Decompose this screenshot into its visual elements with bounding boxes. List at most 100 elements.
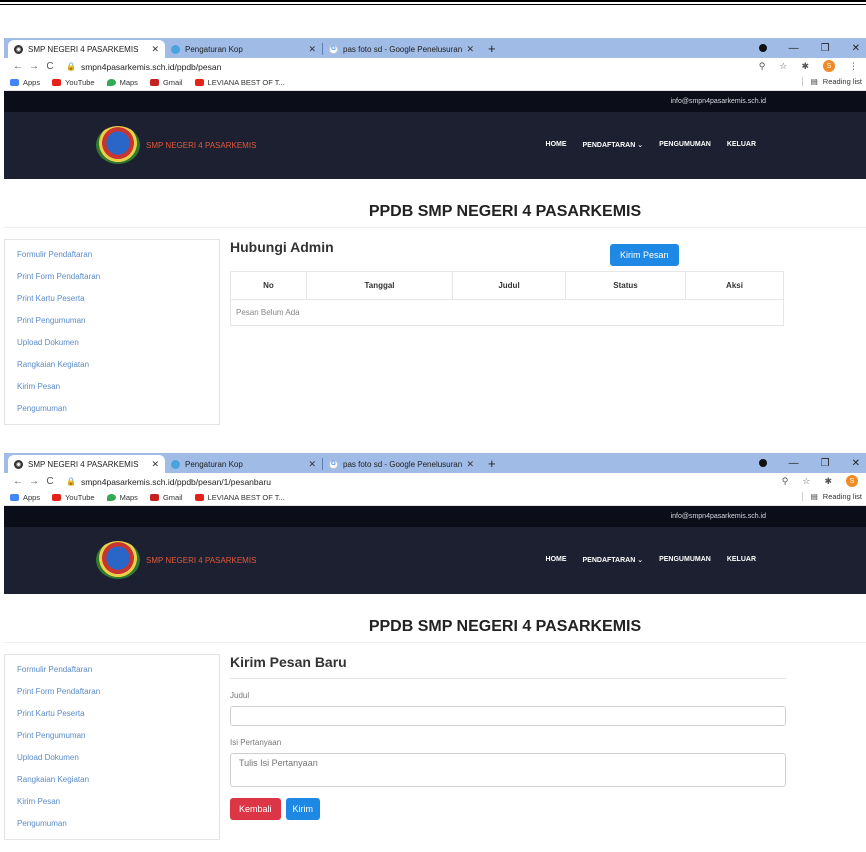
browser-tab-smpn4[interactable]: ◉ SMP NEGERI 4 PASARKEMIS ✕	[8, 40, 165, 58]
sidebar-item-formulir[interactable]: Formulir Pendaftaran	[5, 659, 219, 681]
menu-keluar[interactable]: KELUAR	[727, 556, 756, 564]
sidebar-item-rangkaian[interactable]: Rangkaian Kegiatan	[5, 769, 219, 791]
bookmark-maps[interactable]: Maps	[106, 493, 138, 502]
extensions-icon[interactable]: ✱	[824, 476, 832, 487]
url-field[interactable]: smpn4pasarkemis.sch.id/ppdb/pesan	[81, 62, 221, 72]
reload-icon[interactable]: C	[42, 476, 58, 487]
sidebar-item-print-pengumuman[interactable]: Print Pengumuman	[5, 725, 219, 747]
sidebar-item-kirim-pesan[interactable]: Kirim Pesan	[5, 791, 219, 813]
menu-pendaftaran[interactable]: PENDAFTARAN ⌄	[583, 141, 644, 149]
minimize-icon[interactable]: —	[789, 458, 799, 469]
lock-icon[interactable]: 🔒	[66, 477, 76, 486]
browser-tab-google[interactable]: G pas foto sd - Google Penelusuran ✕	[323, 40, 480, 58]
bookmark-gmail[interactable]: Gmail	[149, 493, 183, 502]
forward-icon[interactable]: →	[26, 476, 42, 487]
page-content: Formulir Pendaftaran Print Form Pendafta…	[4, 227, 866, 427]
contact-email[interactable]: info@smpn4pasarkemis.sch.id	[671, 98, 766, 105]
profile-avatar[interactable]: S	[846, 475, 858, 487]
reading-list[interactable]: ▤ Reading list	[801, 77, 862, 86]
sidebar-item-print-pengumuman[interactable]: Print Pengumuman	[5, 310, 219, 332]
star-icon[interactable]: ☆	[779, 61, 787, 72]
sidebar-item-upload[interactable]: Upload Dokumen	[5, 332, 219, 354]
sidebar-item-kirim-pesan[interactable]: Kirim Pesan	[5, 376, 219, 398]
browser-tab-pengaturan[interactable]: Pengaturan Kop ✕	[165, 40, 322, 58]
site-brand[interactable]: SMP NEGERI 4 PASARKEMIS	[96, 126, 256, 164]
maximize-icon[interactable]: ❐	[821, 43, 830, 54]
page-content: Formulir Pendaftaran Print Form Pendafta…	[4, 642, 866, 842]
menu-pengumuman[interactable]: PENGUMUMAN	[659, 141, 711, 149]
zoom-icon[interactable]: ⚲	[759, 61, 766, 72]
close-icon[interactable]: ✕	[308, 459, 316, 470]
address-bar: ← → C 🔒 smpn4pasarkemis.sch.id/ppdb/pesa…	[4, 473, 866, 490]
close-icon[interactable]: ✕	[466, 459, 474, 470]
sidebar-item-print-form[interactable]: Print Form Pendaftaran	[5, 681, 219, 703]
close-icon[interactable]: ✕	[151, 44, 159, 55]
bookmark-apps[interactable]: Apps	[10, 493, 40, 502]
screenshot-kirim-pesan-baru: ◉ SMP NEGERI 4 PASARKEMIS ✕ Pengaturan K…	[4, 453, 866, 852]
bookmark-apps[interactable]: Apps	[10, 78, 40, 87]
reload-icon[interactable]: C	[42, 61, 58, 72]
bookmark-leviana[interactable]: LEVIANA BEST OF T...	[194, 493, 285, 502]
sidebar-item-pengumuman[interactable]: Pengumuman	[5, 398, 219, 420]
close-window-icon[interactable]: ✕	[852, 458, 860, 469]
url-field[interactable]: smpn4pasarkemis.sch.id/ppdb/pesan/1/pesa…	[81, 477, 271, 487]
site-brand[interactable]: SMP NEGERI 4 PASARKEMIS	[96, 541, 256, 579]
judul-label: Judul	[230, 691, 250, 700]
close-window-icon[interactable]: ✕	[852, 43, 860, 54]
kembali-button[interactable]: Kembali	[230, 798, 281, 820]
bookmark-leviana[interactable]: LEVIANA BEST OF T...	[194, 78, 285, 87]
sidebar-item-rangkaian[interactable]: Rangkaian Kegiatan	[5, 354, 219, 376]
minimize-icon[interactable]: —	[789, 43, 799, 54]
youtube-icon	[52, 79, 62, 86]
record-icon[interactable]	[758, 459, 767, 467]
table-header-row: No Tanggal Judul Status Aksi	[230, 271, 784, 300]
new-tab-icon[interactable]: +	[488, 456, 496, 471]
sidebar-item-print-kartu[interactable]: Print Kartu Peserta	[5, 288, 219, 310]
window-controls: — ❐ ✕	[758, 38, 866, 58]
maximize-icon[interactable]: ❐	[821, 458, 830, 469]
extensions-icon[interactable]: ✱	[801, 61, 809, 72]
bookmark-label: Gmail	[162, 78, 183, 87]
menu-home[interactable]: HOME	[546, 141, 567, 149]
menu-home[interactable]: HOME	[546, 556, 567, 564]
forward-icon[interactable]: →	[26, 61, 42, 72]
kirim-button[interactable]: Kirim	[285, 798, 321, 820]
isi-pertanyaan-textarea[interactable]	[230, 753, 786, 787]
back-icon[interactable]: ←	[10, 61, 26, 72]
column-header-no: No	[230, 271, 307, 300]
close-icon[interactable]: ✕	[151, 459, 159, 470]
zoom-icon[interactable]: ⚲	[782, 476, 789, 487]
bookmarks-bar: Apps YouTube Maps Gmail LEVIANA BEST OF …	[4, 75, 866, 91]
menu-dots-icon[interactable]: ⋮	[849, 61, 858, 72]
star-icon[interactable]: ☆	[802, 476, 810, 487]
bookmark-youtube[interactable]: YouTube	[52, 493, 95, 502]
menu-pengumuman[interactable]: PENGUMUMAN	[659, 556, 711, 564]
messages-table: No Tanggal Judul Status Aksi Pesan Belum…	[230, 271, 784, 326]
youtube-icon	[194, 494, 204, 501]
close-icon[interactable]: ✕	[466, 44, 474, 55]
sidebar-item-print-kartu[interactable]: Print Kartu Peserta	[5, 703, 219, 725]
sidebar-item-print-form[interactable]: Print Form Pendaftaran	[5, 266, 219, 288]
bookmark-youtube[interactable]: YouTube	[52, 78, 95, 87]
new-tab-icon[interactable]: +	[488, 41, 496, 56]
profile-avatar[interactable]: S	[823, 60, 835, 72]
browser-tab-google[interactable]: G pas foto sd - Google Penelusuran ✕	[323, 455, 480, 473]
reading-list-icon: ▤	[810, 77, 818, 86]
bookmark-maps[interactable]: Maps	[106, 78, 138, 87]
menu-keluar[interactable]: KELUAR	[727, 141, 756, 149]
menu-pendaftaran[interactable]: PENDAFTARAN ⌄	[583, 556, 644, 564]
sidebar-item-pengumuman[interactable]: Pengumuman	[5, 813, 219, 835]
bookmark-gmail[interactable]: Gmail	[149, 78, 183, 87]
reading-list[interactable]: ▤ Reading list	[801, 492, 862, 501]
kirim-pesan-button[interactable]: Kirim Pesan	[610, 244, 679, 266]
judul-input[interactable]	[230, 706, 786, 726]
lock-icon[interactable]: 🔒	[66, 62, 76, 71]
close-icon[interactable]: ✕	[308, 44, 316, 55]
record-icon[interactable]	[758, 44, 767, 52]
back-icon[interactable]: ←	[10, 476, 26, 487]
browser-tab-smpn4[interactable]: ◉ SMP NEGERI 4 PASARKEMIS ✕	[8, 455, 165, 473]
browser-tab-pengaturan[interactable]: Pengaturan Kop ✕	[165, 455, 322, 473]
sidebar-item-upload[interactable]: Upload Dokumen	[5, 747, 219, 769]
sidebar-item-formulir[interactable]: Formulir Pendaftaran	[5, 244, 219, 266]
contact-email[interactable]: info@smpn4pasarkemis.sch.id	[671, 513, 766, 520]
